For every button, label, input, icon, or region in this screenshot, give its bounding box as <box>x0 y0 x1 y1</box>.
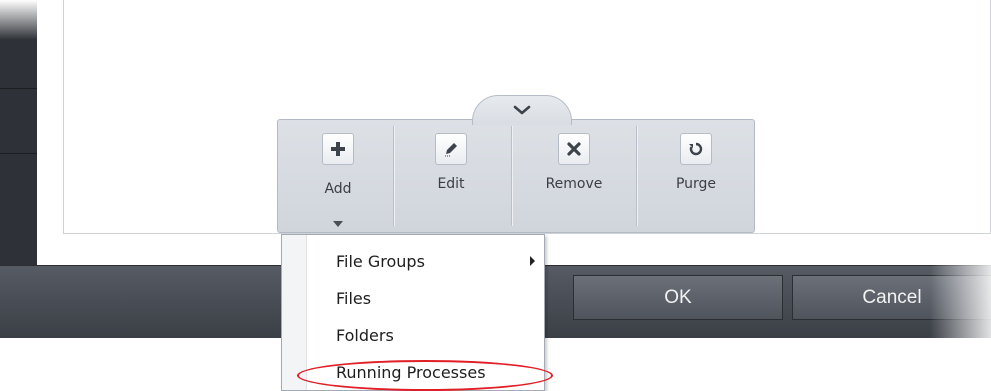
toolbar-separator <box>511 126 513 226</box>
remove-button-label: Remove <box>545 176 603 192</box>
edge-fade <box>0 0 37 40</box>
purge-button-label: Purge <box>675 176 717 192</box>
refresh-icon <box>680 133 712 165</box>
menu-item-folders[interactable]: Folders <box>308 317 542 353</box>
menu-item-label: Files <box>336 288 372 308</box>
submenu-arrow-icon <box>530 256 535 266</box>
edge-divider <box>0 153 37 154</box>
chevron-down-icon <box>513 105 531 115</box>
menu-item-file-groups[interactable]: File Groups <box>308 243 542 279</box>
x-icon <box>558 133 590 165</box>
plus-icon <box>322 133 354 165</box>
menu-item-label: Folders <box>336 325 394 345</box>
add-button-label: Add <box>324 181 352 197</box>
menu-gutter <box>282 235 307 390</box>
remove-button[interactable]: Remove <box>531 120 617 232</box>
menu-item-running-processes[interactable]: Running Processes <box>308 354 542 390</box>
edit-button[interactable]: Edit <box>413 120 489 232</box>
dropdown-arrow-icon <box>333 221 343 227</box>
ok-button[interactable]: OK <box>573 275 783 320</box>
menu-item-label: Running Processes <box>336 362 486 382</box>
edit-button-label: Edit <box>437 176 465 192</box>
purge-button[interactable]: Purge <box>656 120 736 232</box>
add-button[interactable]: Add <box>305 120 371 232</box>
menu-item-label: File Groups <box>336 251 425 271</box>
edge-divider <box>0 88 37 89</box>
pencil-icon <box>435 133 467 165</box>
action-toolbar: Add Edit Remove Purge <box>277 119 755 233</box>
toolbar-separator <box>636 126 638 226</box>
toolbar-separator <box>393 126 395 226</box>
menu-item-files[interactable]: Files <box>308 280 542 316</box>
footer-fade <box>930 265 991 338</box>
toolbar-collapse-tab[interactable] <box>472 95 572 125</box>
add-dropdown-menu: File Groups Files Folders Running Proces… <box>281 234 545 391</box>
